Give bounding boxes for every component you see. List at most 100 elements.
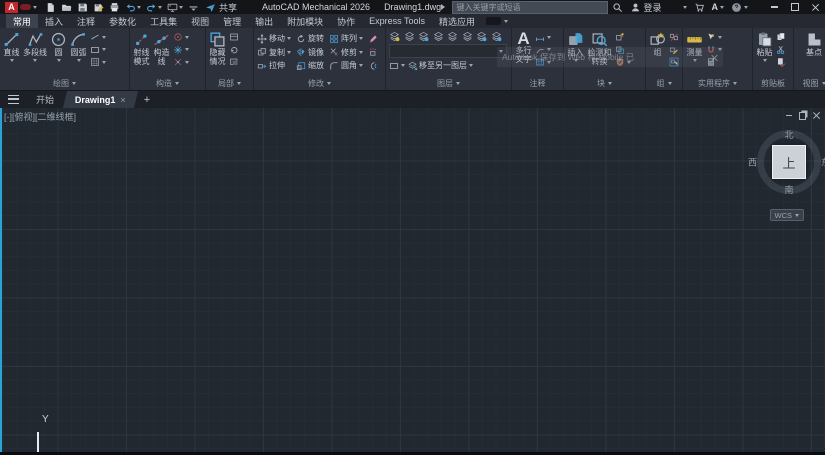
layer-match-icon[interactable] xyxy=(491,31,502,42)
new-tab-button[interactable]: + xyxy=(137,91,157,108)
block-create-button[interactable] xyxy=(615,32,631,42)
move-button[interactable]: 移动 xyxy=(257,33,291,44)
wcs-dropdown[interactable]: WCS xyxy=(769,209,804,221)
construction-erase-button[interactable] xyxy=(173,57,189,67)
panel-label-draw[interactable]: 绘图 xyxy=(0,77,129,90)
layer-lock-icon[interactable] xyxy=(433,31,444,42)
array-button[interactable]: 阵列 xyxy=(329,33,363,44)
insert-block-button[interactable]: 插入 xyxy=(567,31,584,62)
segment-button[interactable] xyxy=(90,32,106,42)
offset-button[interactable] xyxy=(368,60,378,71)
quick-select-button[interactable] xyxy=(706,32,722,42)
workspace-switch-button[interactable] xyxy=(167,2,183,13)
viewport-close-icon[interactable] xyxy=(813,112,820,119)
snap-button[interactable] xyxy=(706,45,722,55)
share-button[interactable]: 共享 xyxy=(205,1,237,14)
layer-state-button[interactable] xyxy=(389,61,405,71)
panel-label-construction[interactable]: 构造 xyxy=(130,77,205,90)
tab-express-tools[interactable]: Express Tools xyxy=(362,14,432,28)
detail-rect-button[interactable] xyxy=(229,32,239,42)
leader-button[interactable] xyxy=(535,45,551,55)
viewcube-top-face[interactable]: 上 xyxy=(772,145,806,179)
panel-label-block[interactable]: 块 xyxy=(564,77,645,90)
layer-freeze-icon[interactable] xyxy=(418,31,429,42)
detail-update-button[interactable] xyxy=(229,45,239,55)
save-as-icon[interactable] xyxy=(93,2,104,13)
panel-label-annotation[interactable]: 注释 xyxy=(512,77,563,90)
viewcube-east[interactable]: 东 xyxy=(821,156,825,169)
tab-annotate[interactable]: 注释 xyxy=(70,14,102,28)
help-button[interactable] xyxy=(731,2,748,13)
construction-circle-button[interactable] xyxy=(173,32,189,42)
tab-view[interactable]: 视图 xyxy=(184,14,216,28)
rotate-button[interactable]: 旋转 xyxy=(296,33,324,44)
base-point-button[interactable]: 基点 xyxy=(806,31,823,58)
calculator-button[interactable] xyxy=(706,57,722,67)
paste-button[interactable]: 粘贴 xyxy=(756,31,773,62)
tab-output[interactable]: 输出 xyxy=(248,14,280,28)
viewcube-north[interactable]: 北 xyxy=(784,128,793,141)
new-file-icon[interactable] xyxy=(45,2,56,13)
layer-unisolate-icon[interactable] xyxy=(462,31,473,42)
stretch-button[interactable]: 拉伸 xyxy=(257,60,291,71)
panel-label-group[interactable]: 组 xyxy=(646,77,682,90)
group-edit-button[interactable] xyxy=(669,45,679,55)
erase-button[interactable] xyxy=(368,33,378,44)
save-icon[interactable] xyxy=(77,2,88,13)
tab-toolsets[interactable]: 工具集 xyxy=(143,14,184,28)
qat-customize-icon[interactable] xyxy=(188,2,199,13)
layer-isolate-icon[interactable] xyxy=(447,31,458,42)
rectangle-button[interactable] xyxy=(90,45,106,55)
search-expand-icon[interactable] xyxy=(441,4,446,10)
open-file-icon[interactable] xyxy=(61,2,72,13)
viewcube-south[interactable]: 南 xyxy=(784,183,793,196)
file-tab-menu-button[interactable] xyxy=(0,91,26,108)
search-icon[interactable] xyxy=(612,2,623,13)
layer-previous-icon[interactable] xyxy=(476,31,487,42)
search-input[interactable] xyxy=(452,0,609,14)
clip-cut-button[interactable] xyxy=(776,45,786,55)
panel-label-detail[interactable]: 局部 xyxy=(206,77,253,90)
panel-label-layers[interactable]: 图层 xyxy=(386,77,511,90)
table-button[interactable] xyxy=(535,57,551,67)
tab-insert[interactable]: 插入 xyxy=(38,14,70,28)
panel-label-modify[interactable]: 修改 xyxy=(254,77,385,90)
detect-convert-button[interactable]: 检测和转换 xyxy=(587,31,612,66)
viewport-minimize-icon[interactable] xyxy=(785,115,792,117)
clip-copy-button[interactable] xyxy=(776,32,786,42)
tab-close-icon[interactable]: × xyxy=(121,95,126,105)
ungroup-button[interactable] xyxy=(669,32,679,42)
mtext-button[interactable]: A 多行文字 xyxy=(515,30,532,64)
ribbon-display-button[interactable] xyxy=(486,14,509,28)
tab-home[interactable]: 常用 xyxy=(6,14,39,28)
app-menu-button[interactable]: A xyxy=(2,1,40,13)
mirror-button[interactable]: 镜像 xyxy=(296,47,324,58)
viewport-restore-icon[interactable] xyxy=(798,112,806,120)
layer-off-icon[interactable] xyxy=(404,31,415,42)
tab-addins[interactable]: 附加模块 xyxy=(280,14,330,28)
close-icon[interactable] xyxy=(812,4,819,11)
circle-button[interactable]: 圆 xyxy=(50,31,67,62)
move-to-layer-button[interactable]: 移至另一图层 xyxy=(407,60,473,71)
viewcube-west[interactable]: 西 xyxy=(748,156,757,169)
explode-button[interactable] xyxy=(368,47,378,58)
plot-icon[interactable] xyxy=(109,2,120,13)
copy-button[interactable]: 复制 xyxy=(257,47,291,58)
autodesk-app-button[interactable]: A xyxy=(712,2,724,12)
line-button[interactable]: 直线 xyxy=(3,31,20,62)
polyline-button[interactable]: 多段线 xyxy=(23,31,47,62)
tab-drawing1[interactable]: Drawing1 × xyxy=(62,91,138,108)
tab-featured-apps[interactable]: 精选应用 xyxy=(432,14,482,28)
ray-mode-button[interactable]: 射线模式 xyxy=(133,31,150,66)
panel-label-utilities[interactable]: 实用程序 xyxy=(683,77,752,90)
app-store-cart-icon[interactable] xyxy=(694,2,705,13)
signin-caret-icon[interactable] xyxy=(682,5,687,9)
tab-parametric[interactable]: 参数化 xyxy=(102,14,143,28)
tab-start[interactable]: 开始 xyxy=(24,91,66,108)
trim-button[interactable]: 修剪 xyxy=(329,47,363,58)
drawing-canvas[interactable]: [-][俯视][二维线框] 北 南 西 东 上 WCS Y xyxy=(0,108,825,455)
maximize-icon[interactable] xyxy=(791,3,799,11)
group-button[interactable]: 组 xyxy=(649,31,666,58)
clip-base-button[interactable] xyxy=(776,57,786,67)
minimize-icon[interactable] xyxy=(771,6,778,8)
